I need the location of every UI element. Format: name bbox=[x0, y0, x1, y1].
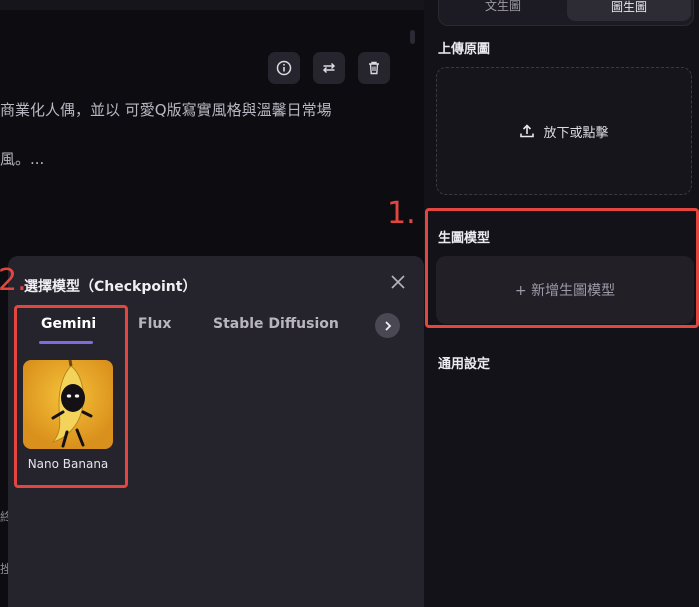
prompt-text-line-2: 風。... bbox=[0, 150, 45, 168]
trash-icon bbox=[369, 61, 379, 75]
tabs-next-button[interactable] bbox=[375, 313, 400, 338]
tab-flux[interactable]: Flux bbox=[138, 316, 171, 332]
swap-icon bbox=[322, 62, 336, 74]
general-settings-title: 通用設定 bbox=[438, 357, 491, 372]
close-icon[interactable] bbox=[388, 272, 408, 292]
upload-section-title: 上傳原圖 bbox=[438, 42, 491, 57]
info-icon bbox=[276, 60, 292, 76]
upload-dropzone[interactable]: 放下或點擊 bbox=[436, 67, 692, 195]
delete-button[interactable] bbox=[358, 52, 390, 84]
dialog-title: 選擇模型（Checkpoint） bbox=[24, 279, 197, 295]
tab-image-to-image[interactable]: 圖生圖 bbox=[567, 0, 691, 21]
scrollbar-thumb[interactable] bbox=[410, 30, 415, 44]
annotation-highlight-model-section bbox=[425, 208, 699, 328]
top-strip bbox=[0, 0, 424, 10]
prompt-text-line-1: 商業化人偶，並以 可愛Q版寫實風格與溫馨日常場 bbox=[0, 101, 332, 119]
swap-button[interactable] bbox=[313, 52, 345, 84]
info-button[interactable] bbox=[268, 52, 300, 84]
annotation-step-2: 2. bbox=[0, 263, 27, 298]
annotation-highlight-gemini-model bbox=[14, 305, 128, 488]
upload-label: 放下或點擊 bbox=[543, 125, 609, 141]
annotation-step-1: 1. bbox=[387, 196, 416, 231]
tab-text-to-image[interactable]: 文生圖 bbox=[441, 0, 565, 17]
chevron-right-icon bbox=[384, 320, 391, 331]
upload-icon bbox=[520, 124, 535, 138]
tab-stable-diffusion[interactable]: Stable Diffusion bbox=[213, 316, 339, 332]
mode-toggle: 文生圖 圖生圖 bbox=[438, 0, 694, 26]
